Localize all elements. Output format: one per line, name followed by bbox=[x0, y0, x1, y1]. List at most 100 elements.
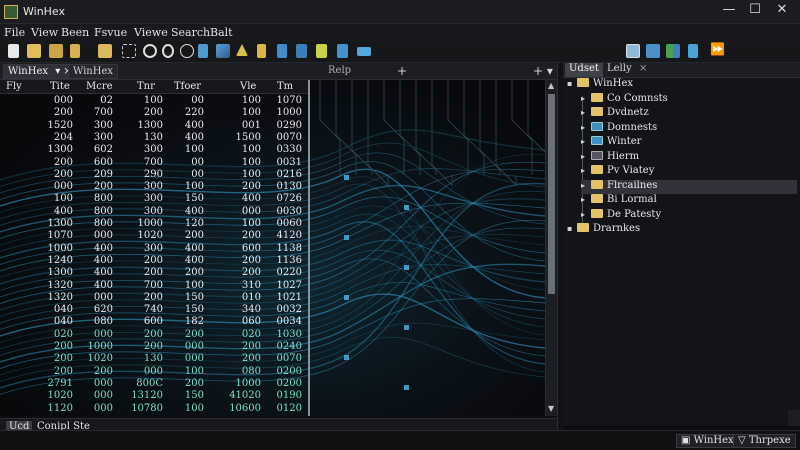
tools-icon[interactable] bbox=[257, 44, 266, 58]
grid-cell[interactable]: 02 bbox=[73, 95, 113, 106]
grid-cell[interactable]: 0216 bbox=[262, 169, 302, 180]
grid-cell[interactable]: 200 bbox=[164, 378, 204, 389]
new-tab-button[interactable]: + bbox=[397, 64, 407, 78]
grid-cell[interactable]: 200 bbox=[33, 353, 73, 364]
tab-winhex-1[interactable]: WinHex ▾ × bbox=[3, 64, 77, 79]
window2-icon[interactable] bbox=[626, 44, 640, 58]
grid-cell[interactable]: 13120 bbox=[123, 390, 163, 401]
grid-cell[interactable]: 1136 bbox=[262, 255, 302, 266]
grid-cell[interactable]: 1000 bbox=[262, 107, 302, 118]
grid-cell[interactable]: 1300 bbox=[33, 218, 73, 229]
expand-icon[interactable]: ▸ bbox=[581, 94, 589, 103]
pin-icon[interactable] bbox=[277, 44, 287, 58]
grid-cell[interactable]: 100 bbox=[164, 181, 204, 192]
grid-cell[interactable]: 0030 bbox=[262, 206, 302, 217]
grid-cell[interactable]: 1300 bbox=[123, 120, 163, 131]
grid-cell[interactable]: 1520 bbox=[33, 120, 73, 131]
pane-divider[interactable] bbox=[308, 80, 310, 416]
grid-cell[interactable]: 200 bbox=[33, 366, 73, 377]
grid-cell[interactable]: 1300 bbox=[33, 144, 73, 155]
grid-cell[interactable]: 001 bbox=[221, 120, 261, 131]
grid-cell[interactable]: 010 bbox=[221, 292, 261, 303]
grid-cell[interactable]: 100 bbox=[164, 366, 204, 377]
grid-cell[interactable]: 41020 bbox=[221, 390, 261, 401]
magnet-icon[interactable] bbox=[296, 44, 307, 58]
grid-cell[interactable]: 740 bbox=[123, 304, 163, 315]
grid-cell[interactable]: 220 bbox=[164, 107, 204, 118]
grid-cell[interactable]: 1000 bbox=[73, 341, 113, 352]
grid-cell[interactable]: 100 bbox=[123, 95, 163, 106]
grid-cell[interactable]: 150 bbox=[164, 292, 204, 303]
grid-cell[interactable]: 150 bbox=[164, 304, 204, 315]
grid-cell[interactable]: 200 bbox=[123, 341, 163, 352]
tab-winhex-2[interactable]: WinHex bbox=[68, 64, 119, 79]
menu-viewe[interactable]: Viewe bbox=[134, 26, 168, 39]
grid-cell[interactable]: 400 bbox=[164, 243, 204, 254]
new-file-icon[interactable] bbox=[8, 44, 19, 58]
grid-cell[interactable]: 000 bbox=[33, 95, 73, 106]
tab-udset[interactable]: Udset bbox=[565, 63, 603, 77]
tab-menu-button[interactable]: + ▾ bbox=[533, 64, 553, 78]
grid-cell[interactable]: 1300 bbox=[33, 267, 73, 278]
grid-cell[interactable]: 200 bbox=[123, 255, 163, 266]
expand-icon[interactable]: ▸ bbox=[581, 166, 589, 175]
grid-cell[interactable]: 200 bbox=[33, 169, 73, 180]
grid-cell[interactable]: 1000 bbox=[33, 243, 73, 254]
grid-cell[interactable]: 00 bbox=[164, 95, 204, 106]
grid-cell[interactable]: 0726 bbox=[262, 193, 302, 204]
expand-icon[interactable]: ▸ bbox=[581, 137, 589, 146]
grid-cell[interactable]: 700 bbox=[123, 280, 163, 291]
grid-cell[interactable]: 0070 bbox=[262, 353, 302, 364]
grid-cell[interactable]: 1000 bbox=[221, 378, 261, 389]
grid-cell[interactable]: 150 bbox=[164, 193, 204, 204]
save-icon[interactable] bbox=[49, 44, 63, 58]
grid2-icon[interactable] bbox=[688, 44, 698, 58]
grid-cell[interactable]: 400 bbox=[73, 267, 113, 278]
grid-cell[interactable]: 000 bbox=[164, 341, 204, 352]
grid-cell[interactable]: 000 bbox=[221, 206, 261, 217]
grid-cell[interactable]: 600 bbox=[73, 157, 113, 168]
grid-cell[interactable]: 0032 bbox=[262, 304, 302, 315]
grid-cell[interactable]: 0200 bbox=[262, 378, 302, 389]
tree-item[interactable]: ▪ WinHex bbox=[567, 78, 633, 92]
grid-cell[interactable]: 0190 bbox=[262, 390, 302, 401]
grid-cell[interactable]: 000 bbox=[33, 181, 73, 192]
grid-cell[interactable]: 0031 bbox=[262, 157, 302, 168]
column-header-cell[interactable]: Fly bbox=[6, 81, 22, 92]
replace-icon[interactable] bbox=[180, 44, 194, 58]
grid-cell[interactable]: 0034 bbox=[262, 316, 302, 327]
tab-lelly[interactable]: Lelly bbox=[603, 63, 636, 77]
forward-icon[interactable]: ⏩ bbox=[710, 42, 725, 56]
grid-cell[interactable]: 300 bbox=[73, 132, 113, 143]
grid-cell[interactable]: 00 bbox=[164, 157, 204, 168]
network-icon[interactable] bbox=[316, 44, 327, 58]
select-icon[interactable] bbox=[122, 44, 136, 58]
grid-cell[interactable]: 0240 bbox=[262, 341, 302, 352]
grid-cell[interactable]: 130 bbox=[123, 353, 163, 364]
scrollbar-thumb[interactable] bbox=[548, 94, 555, 294]
grid-cell[interactable]: 290 bbox=[123, 169, 163, 180]
grid-cell[interactable]: 10780 bbox=[123, 403, 163, 414]
grid-cell[interactable]: 400 bbox=[164, 120, 204, 131]
tree-item[interactable]: ▸ Winter bbox=[581, 136, 641, 150]
menu-fsvue[interactable]: Fsvue bbox=[94, 26, 127, 39]
grid-cell[interactable]: 0070 bbox=[262, 132, 302, 143]
expand-icon[interactable]: ▸ bbox=[581, 181, 589, 190]
grid-cell[interactable]: 1500 bbox=[221, 132, 261, 143]
text-icon[interactable] bbox=[236, 44, 248, 56]
tree-item[interactable]: ▸ Dvdnetz bbox=[581, 107, 649, 121]
maximize-button[interactable]: ☐ bbox=[741, 0, 769, 20]
grid-cell[interactable]: 2791 bbox=[33, 378, 73, 389]
grid-icon[interactable] bbox=[666, 44, 680, 58]
close-button[interactable]: ✕ bbox=[768, 0, 796, 20]
grid-cell[interactable]: 000 bbox=[73, 378, 113, 389]
grid-cell[interactable]: 000 bbox=[73, 329, 113, 340]
grid-cell[interactable]: 400 bbox=[73, 243, 113, 254]
grid-cell[interactable]: 130 bbox=[123, 132, 163, 143]
grid-cell[interactable]: 400 bbox=[221, 193, 261, 204]
grid-cell[interactable]: 620 bbox=[73, 304, 113, 315]
grid-cell[interactable]: 000 bbox=[73, 403, 113, 414]
grid-cell[interactable]: 200 bbox=[221, 341, 261, 352]
tree-item[interactable]: ▸ Co Comnsts bbox=[581, 92, 668, 107]
status-winhex[interactable]: ▣ WinHex bbox=[676, 434, 739, 448]
